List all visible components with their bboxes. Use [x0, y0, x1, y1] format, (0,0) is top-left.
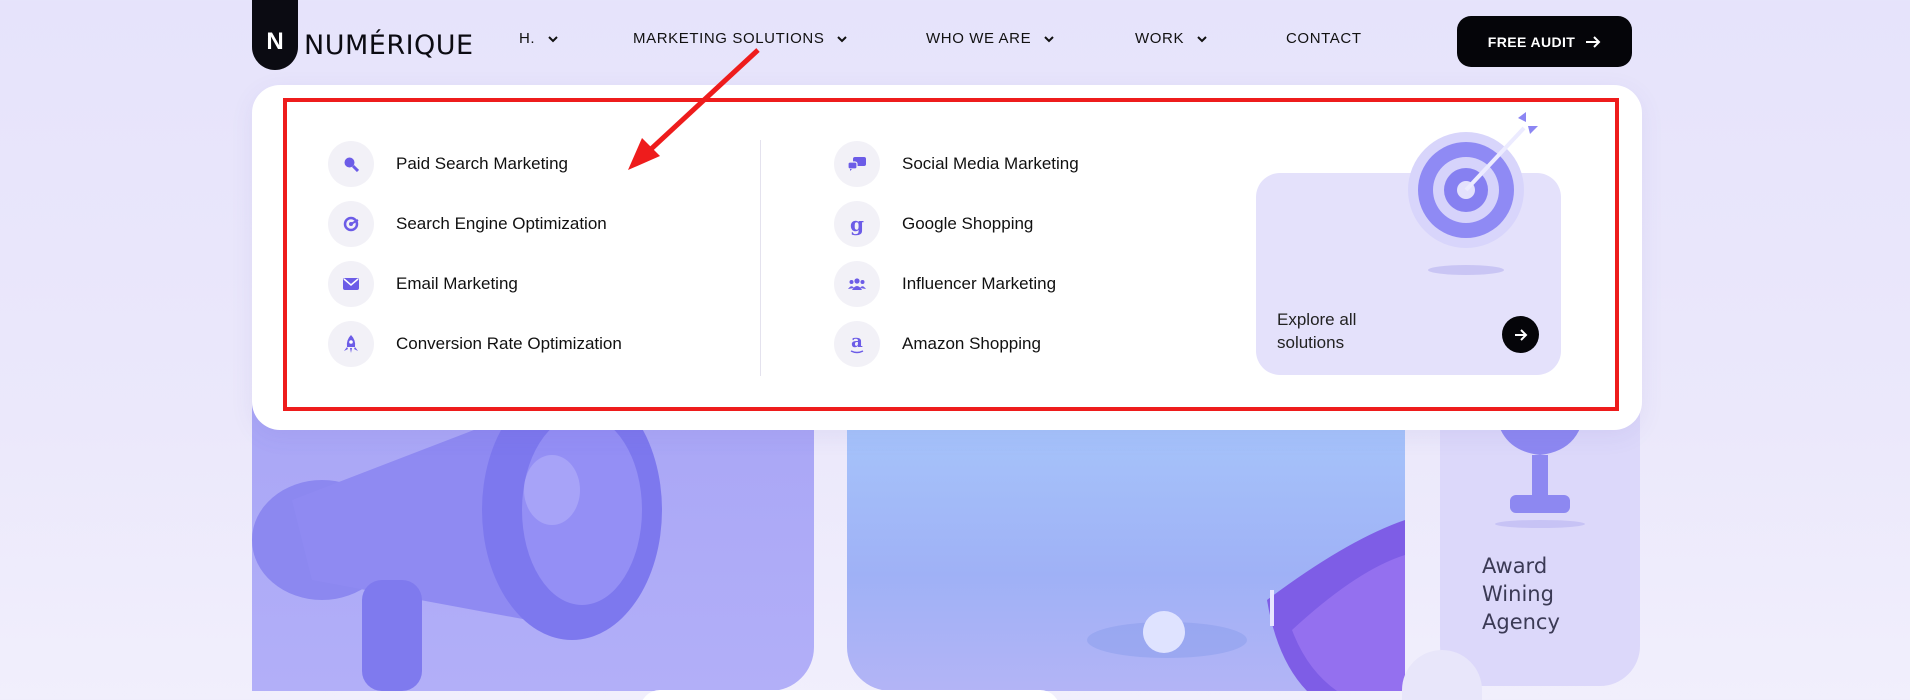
nav-label: MARKETING SOLUTIONS: [633, 30, 825, 47]
people-icon: [834, 261, 880, 307]
envelope-icon: [328, 261, 374, 307]
menu-item-label: Google Shopping: [902, 214, 1034, 233]
menu-item-label: Search Engine Optimization: [396, 214, 607, 233]
google-g-icon: g: [834, 201, 880, 247]
award-card[interactable]: [1440, 400, 1640, 686]
target-dart-illustration: [1408, 112, 1538, 275]
menu-item-paid-search[interactable]: Paid Search Marketing: [328, 141, 568, 187]
chevron-down-icon: [837, 35, 848, 42]
abstract-shapes-illustration: [1087, 520, 1405, 691]
menu-item-label: Paid Search Marketing: [396, 154, 568, 173]
menu-item-google-shopping[interactable]: g Google Shopping: [834, 201, 1033, 247]
menu-item-seo[interactable]: Search Engine Optimization: [328, 201, 607, 247]
explore-all-button[interactable]: [1502, 316, 1539, 353]
logo-letter: N: [266, 28, 284, 55]
search-icon: [328, 141, 374, 187]
amazon-glyph: a: [851, 330, 863, 352]
brand-name[interactable]: NUMÉRIQUE: [304, 30, 474, 61]
megaphone-card[interactable]: [252, 400, 814, 691]
free-audit-label: FREE AUDIT: [1487, 33, 1576, 50]
menu-item-label: Amazon Shopping: [902, 334, 1041, 353]
free-audit-button[interactable]: FREE AUDIT: [1457, 16, 1632, 67]
nav-label: WHO WE ARE: [926, 30, 1032, 47]
menu-item-label: Influencer Marketing: [902, 274, 1057, 293]
menu-item-social-media[interactable]: Social Media Marketing: [834, 141, 1079, 187]
logo-badge[interactable]: N: [252, 0, 298, 70]
nav-label: H.: [519, 30, 536, 47]
white-card-edge: [640, 690, 1060, 700]
google-glyph: g: [850, 212, 864, 236]
menu-divider: [760, 140, 761, 376]
nav-item-marketing-solutions[interactable]: MARKETING SOLUTIONS: [633, 30, 848, 47]
chevron-down-icon: [1197, 35, 1207, 42]
arrow-right-icon: [1514, 328, 1527, 341]
menu-item-label: Email Marketing: [396, 274, 518, 293]
nav-label: WORK: [1135, 30, 1185, 47]
menu-item-influencer[interactable]: Influencer Marketing: [834, 261, 1056, 307]
menu-item-label: Social Media Marketing: [902, 154, 1079, 173]
menu-item-cro[interactable]: Conversion Rate Optimization: [328, 321, 622, 367]
nav-item-home[interactable]: H.: [519, 30, 559, 47]
explore-all-label: Explore all solutions: [1277, 310, 1357, 352]
menu-item-label: Conversion Rate Optimization: [396, 334, 622, 353]
rocket-icon: [328, 321, 374, 367]
megaphone-illustration: [252, 400, 662, 691]
nav-item-work[interactable]: WORK: [1135, 30, 1208, 47]
chat-bubbles-icon: [834, 141, 880, 187]
award-text: Award Wining Agency: [1482, 554, 1560, 634]
nav-item-who-we-are[interactable]: WHO WE ARE: [926, 30, 1055, 47]
amazon-icon: a: [834, 321, 880, 367]
chevron-down-icon: [1044, 35, 1054, 42]
nav-label: CONTACT: [1286, 30, 1362, 47]
seo-target-icon: [328, 201, 374, 247]
menu-item-email[interactable]: Email Marketing: [328, 261, 518, 307]
menu-item-amazon[interactable]: a Amazon Shopping: [834, 321, 1041, 367]
chevron-down-icon: [548, 35, 558, 42]
arrow-right-icon: [1586, 35, 1601, 48]
nav-item-contact[interactable]: CONTACT: [1286, 30, 1362, 47]
abstract-3d-card[interactable]: [847, 400, 1405, 691]
